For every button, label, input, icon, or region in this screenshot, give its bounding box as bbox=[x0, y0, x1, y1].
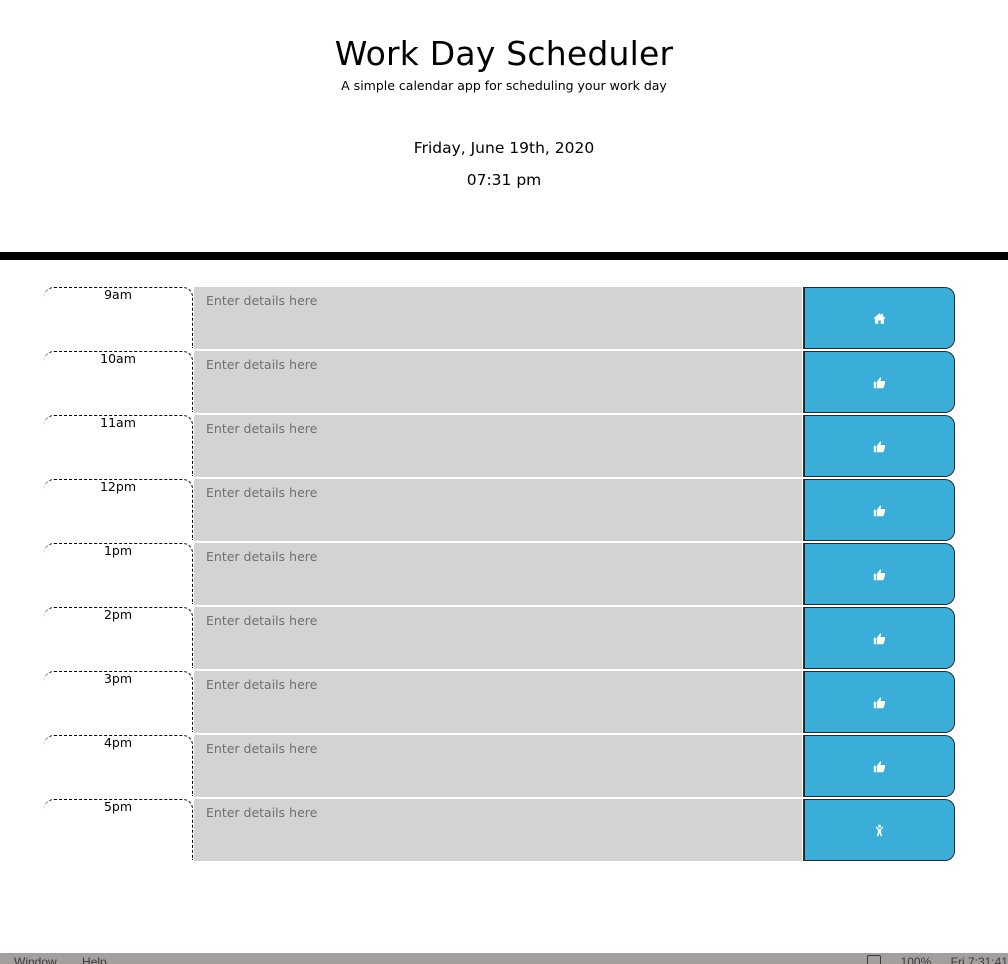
save-button[interactable] bbox=[803, 799, 955, 861]
hour-label: 3pm bbox=[44, 671, 193, 732]
thumbs-up-icon bbox=[873, 568, 886, 580]
menu-help[interactable]: Help bbox=[82, 955, 107, 964]
save-button[interactable] bbox=[803, 735, 955, 797]
event-description-input[interactable] bbox=[194, 735, 802, 799]
thumbs-up-icon bbox=[873, 504, 886, 516]
os-clock[interactable]: Fri 7:31:41 bbox=[951, 955, 1008, 964]
event-description-input[interactable] bbox=[194, 543, 802, 607]
page-title: Work Day Scheduler bbox=[334, 34, 674, 73]
time-block: 5pm bbox=[44, 799, 956, 863]
time-block: 11am bbox=[44, 415, 956, 479]
display-icon[interactable] bbox=[867, 955, 882, 964]
event-description-input[interactable] bbox=[194, 671, 802, 735]
hour-label: 11am bbox=[44, 415, 193, 476]
hour-label: 9am bbox=[44, 287, 193, 348]
hour-label: 12pm bbox=[44, 479, 193, 540]
current-date: Friday, June 19th, 2020 bbox=[413, 139, 595, 157]
thumbs-up-icon bbox=[873, 760, 886, 772]
header: Work Day Scheduler A simple calendar app… bbox=[0, 0, 1008, 252]
save-button[interactable] bbox=[803, 415, 955, 477]
os-status-area: 100% Fri 7:31:41 bbox=[851, 955, 1008, 964]
save-button[interactable] bbox=[803, 287, 955, 349]
time-block: 4pm bbox=[44, 735, 956, 799]
os-menu: Window Help bbox=[14, 955, 129, 964]
event-description-input[interactable] bbox=[194, 351, 802, 415]
menu-window[interactable]: Window bbox=[14, 955, 57, 964]
hour-label: 5pm bbox=[44, 799, 193, 860]
save-button[interactable] bbox=[803, 351, 955, 413]
header-divider bbox=[0, 252, 1008, 260]
time-block: 3pm bbox=[44, 671, 956, 735]
time-block: 12pm bbox=[44, 479, 956, 543]
schedule-list: 9am 10am 11am 12pm 1pm 2pm bbox=[44, 287, 956, 863]
person-icon bbox=[875, 824, 884, 836]
save-button[interactable] bbox=[803, 479, 955, 541]
hour-label: 10am bbox=[44, 351, 193, 412]
event-description-input[interactable] bbox=[194, 415, 802, 479]
time-block: 1pm bbox=[44, 543, 956, 607]
os-menubar: Window Help 100% Fri 7:31:41 bbox=[0, 953, 1008, 964]
event-description-input[interactable] bbox=[194, 799, 802, 863]
thumbs-up-icon bbox=[873, 376, 886, 388]
hour-label: 2pm bbox=[44, 607, 193, 668]
event-description-input[interactable] bbox=[194, 607, 802, 671]
event-description-input[interactable] bbox=[194, 287, 802, 351]
hour-label: 4pm bbox=[44, 735, 193, 796]
thumbs-up-icon bbox=[873, 440, 886, 452]
time-block: 10am bbox=[44, 351, 956, 415]
thumbs-up-icon bbox=[873, 632, 886, 644]
current-time: 07:31 pm bbox=[466, 171, 542, 189]
hour-label: 1pm bbox=[44, 543, 193, 604]
save-button[interactable] bbox=[803, 671, 955, 733]
save-button[interactable] bbox=[803, 607, 955, 669]
time-block: 9am bbox=[44, 287, 956, 351]
time-block: 2pm bbox=[44, 607, 956, 671]
thumbs-up-icon bbox=[873, 696, 886, 708]
home-icon bbox=[873, 312, 886, 324]
event-description-input[interactable] bbox=[194, 479, 802, 543]
battery-percent[interactable]: 100% bbox=[901, 955, 932, 964]
save-button[interactable] bbox=[803, 543, 955, 605]
page-subtitle: A simple calendar app for scheduling you… bbox=[341, 78, 667, 93]
